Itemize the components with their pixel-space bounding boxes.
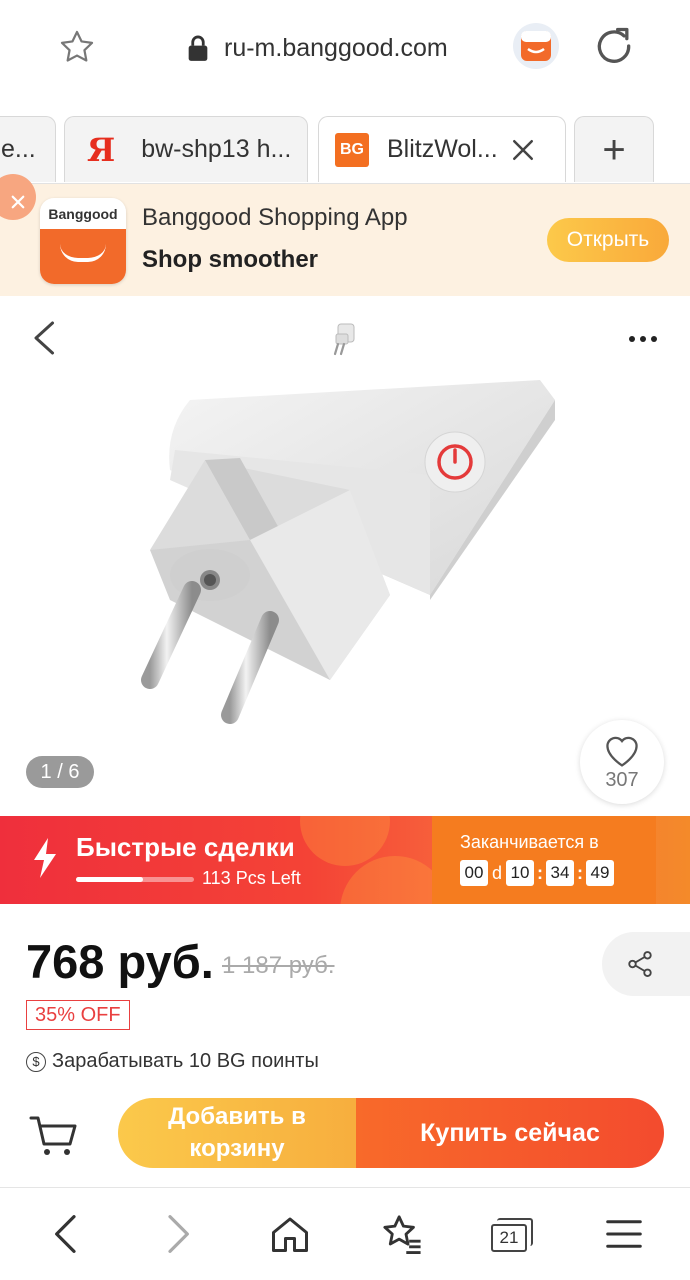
- tab-yandex-search[interactable]: Я bw-shp13 h...: [64, 116, 308, 182]
- pcs-left-text: 113 Pcs Left: [202, 868, 301, 888]
- original-price: 1 187 руб.: [222, 952, 335, 979]
- nav-bookmarks-button[interactable]: [378, 1212, 426, 1256]
- hamburger-menu-icon: [606, 1220, 642, 1248]
- home-icon: [272, 1217, 308, 1252]
- discount-badge: 35% OFF: [26, 1000, 130, 1030]
- plus-icon: +: [602, 127, 626, 172]
- banner-subtitle: Shop smoother: [142, 246, 319, 273]
- browser-tabs: e... Я bw-shp13 h... BG BlitzWol... +: [0, 96, 690, 184]
- lightning-icon: [34, 838, 56, 878]
- favorite-button[interactable]: 307: [580, 720, 664, 804]
- day-unit: d: [491, 862, 502, 883]
- timer-seconds: 49: [586, 860, 614, 886]
- share-icon: [628, 951, 652, 977]
- timer-hours: 10: [506, 860, 534, 886]
- flash-deal-title: Быстрые сделки: [76, 832, 295, 862]
- nav-forward-button[interactable]: [154, 1212, 202, 1256]
- nav-tabs-button[interactable]: 21: [488, 1212, 536, 1256]
- nav-back-button[interactable]: [42, 1212, 90, 1256]
- image-counter: 1 / 6: [26, 756, 94, 788]
- purchase-bar: Добавить в корзину Купить сейчас: [0, 1090, 690, 1188]
- logo-text: Banggood: [48, 206, 118, 222]
- tab-banggood-active[interactable]: BG BlitzWol...: [318, 116, 566, 182]
- yandex-icon: Я: [87, 130, 116, 169]
- banggood-favicon-icon: BG: [335, 132, 369, 167]
- reload-icon[interactable]: [592, 24, 636, 68]
- url-text: ru-m.banggood.com: [224, 33, 448, 62]
- tab-count: 21: [491, 1224, 527, 1252]
- open-app-button[interactable]: Открыть: [547, 218, 669, 262]
- product-header: [0, 296, 690, 380]
- price-section: 768 руб. 1 187 руб. 35% OFF $ Зарабатыва…: [0, 904, 690, 1090]
- product-gallery[interactable]: 1 / 6 307: [0, 380, 690, 816]
- site-app-icon[interactable]: [512, 22, 560, 70]
- countdown-box: Заканчивается в 00 d 10 : 34 : 49: [432, 816, 656, 904]
- banggood-app-logo: Banggood: [40, 198, 126, 284]
- browser-bottom-nav: 21: [0, 1188, 690, 1280]
- tab-label: e...: [1, 135, 36, 163]
- timer-separator: :: [537, 862, 543, 883]
- stock-progress-fill: [76, 877, 144, 882]
- url-field[interactable]: ru-m.banggood.com: [186, 30, 448, 66]
- tab-label: bw-shp13 h...: [141, 135, 292, 163]
- timer-days: 00: [460, 860, 488, 886]
- bg-points-row: $ Зарабатывать 10 BG поинты: [26, 1050, 319, 1073]
- stock-progress-bar: [76, 877, 194, 882]
- app-install-banner: Banggood Banggood Shopping App Shop smoo…: [0, 174, 690, 296]
- back-arrow-icon[interactable]: [30, 320, 60, 356]
- new-tab-button[interactable]: +: [574, 116, 654, 182]
- close-tab-icon[interactable]: [508, 135, 538, 165]
- nav-menu-button[interactable]: [600, 1212, 648, 1256]
- buy-now-button[interactable]: Купить сейчас: [356, 1098, 664, 1168]
- add-to-cart-button[interactable]: Добавить в корзину: [118, 1098, 356, 1168]
- product-thumbnail-icon[interactable]: [328, 320, 362, 358]
- nav-home-button[interactable]: [266, 1212, 314, 1256]
- tab-label: BlitzWol...: [387, 135, 498, 163]
- smart-plug-image: [141, 380, 555, 724]
- chevron-left-icon: [55, 1215, 76, 1253]
- likes-count: 307: [605, 768, 639, 791]
- timer-minutes: 34: [546, 860, 574, 886]
- lock-icon: [188, 35, 208, 61]
- cart-icon[interactable]: [28, 1112, 78, 1158]
- countdown-timer: 00 d 10 : 34 : 49: [460, 860, 614, 886]
- banner-title: Banggood Shopping App: [142, 204, 408, 231]
- bookmarks-star-icon: [383, 1215, 421, 1254]
- heart-icon: [606, 736, 638, 767]
- flash-deal-banner[interactable]: Быстрые сделки 113 Pcs Left Заканчиваетс…: [0, 816, 690, 904]
- bookmark-star-icon[interactable]: [58, 28, 96, 66]
- coin-icon: $: [26, 1051, 46, 1072]
- logo-smile: [60, 244, 106, 262]
- share-button[interactable]: [602, 932, 690, 996]
- tab-previous[interactable]: e...: [0, 116, 56, 182]
- current-price: 768 руб.: [26, 935, 214, 988]
- tabs-switcher-icon: 21: [491, 1218, 533, 1252]
- browser-address-bar: ru-m.banggood.com: [0, 0, 690, 96]
- more-options-icon[interactable]: [626, 322, 660, 356]
- timer-separator: :: [577, 862, 583, 883]
- bg-points-text: Зарабатывать 10 BG поинты: [52, 1050, 319, 1072]
- ends-in-label: Заканчивается в: [460, 832, 599, 852]
- chevron-right-icon: [168, 1215, 189, 1253]
